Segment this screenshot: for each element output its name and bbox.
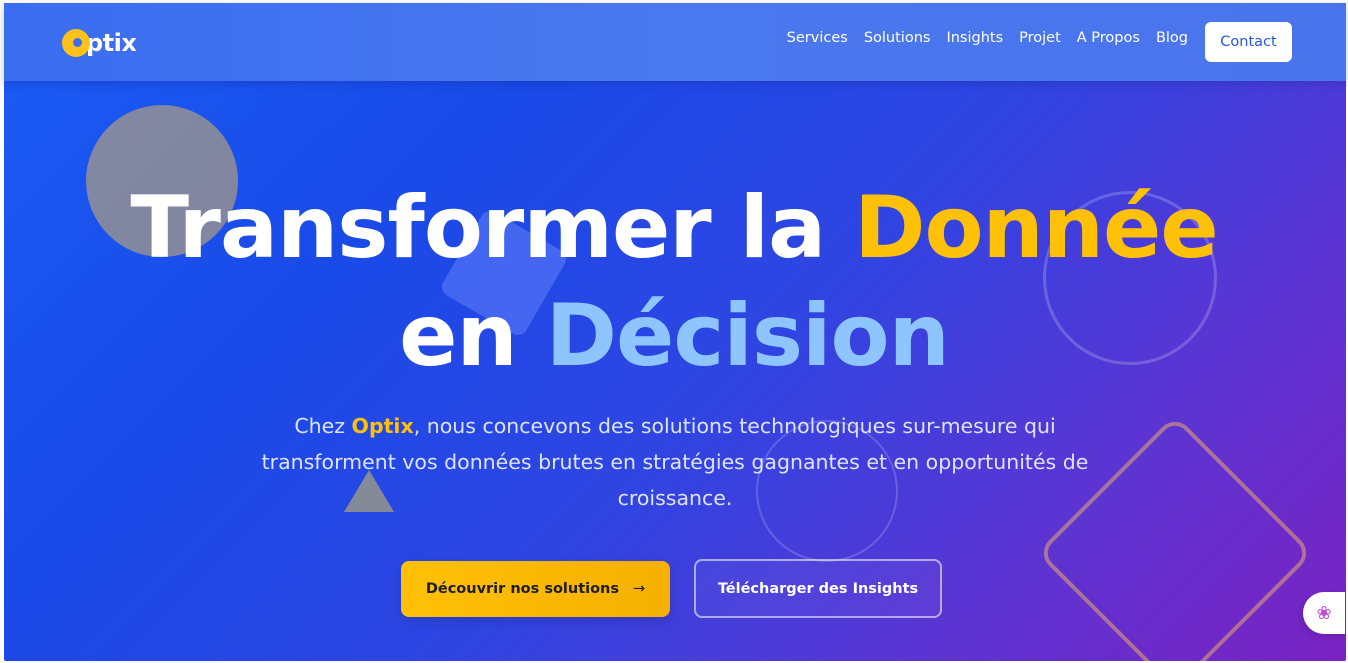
arrow-right-icon: → <box>633 581 646 597</box>
hero-title: Transformer la Donnée en Décision <box>0 174 1348 390</box>
nav-link-a-propos[interactable]: A Propos <box>1077 30 1140 46</box>
hero-title-part1: Transformer la <box>130 178 855 278</box>
discover-solutions-button[interactable]: Découvrir nos solutions → <box>401 561 670 617</box>
navbar: ptix Services Solutions Insights Projet … <box>4 3 1346 81</box>
logo-mark-icon <box>62 29 90 57</box>
nav-link-solutions[interactable]: Solutions <box>864 30 931 46</box>
hero-subtitle-brand: Optix <box>351 414 414 438</box>
nav-link-blog[interactable]: Blog <box>1156 30 1188 46</box>
main-nav: Services Solutions Insights Projet A Pro… <box>771 30 1188 46</box>
brain-icon: ❀ <box>1316 602 1332 623</box>
contact-button[interactable]: Contact <box>1205 22 1292 62</box>
brain-widget-button[interactable]: ❀ <box>1303 592 1345 634</box>
nav-link-insights[interactable]: Insights <box>946 30 1003 46</box>
discover-solutions-label: Découvrir nos solutions <box>425 581 620 597</box>
hero-title-highlight-donnee: Donnée <box>854 178 1219 278</box>
hero-title-part2: en <box>399 286 546 386</box>
logo-text: ptix <box>86 29 137 57</box>
hero-subtitle-prefix: Chez <box>294 414 352 438</box>
page: ptix Services Solutions Insights Projet … <box>0 0 1348 663</box>
nav-link-projet[interactable]: Projet <box>1019 30 1061 46</box>
hero-title-highlight-decision: Décision <box>545 286 950 386</box>
download-insights-button[interactable]: Télécharger des Insights <box>694 559 942 618</box>
hero-subtitle: Chez Optix, nous concevons des solutions… <box>240 408 1110 516</box>
logo[interactable]: ptix <box>62 25 137 61</box>
nav-link-services[interactable]: Services <box>787 30 848 46</box>
